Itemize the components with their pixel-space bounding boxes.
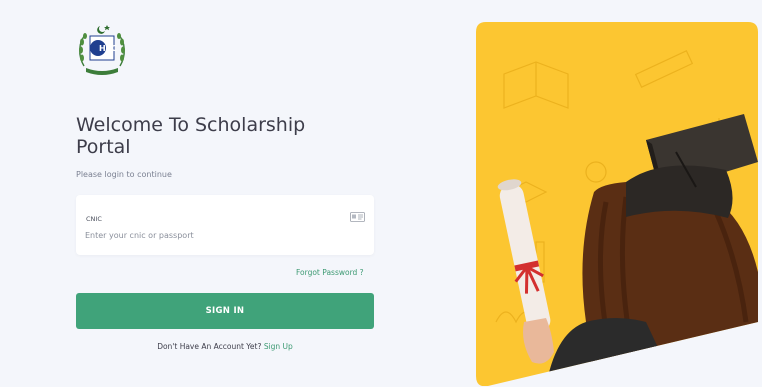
no-account-text: Don't Have An Account Yet?	[157, 342, 262, 351]
signup-prompt: Don't Have An Account Yet? Sign Up	[76, 342, 374, 351]
login-subtitle: Please login to continue	[76, 170, 172, 179]
graduate-hero-image	[476, 22, 758, 386]
page-title: Welcome To Scholarship Portal	[76, 114, 336, 158]
page-title-line1: Welcome To Scholarship	[76, 114, 306, 136]
sign-up-link[interactable]: Sign Up	[264, 342, 293, 351]
sign-in-button[interactable]: SIGN IN	[76, 293, 374, 329]
login-panel: HEC Welcome To Scholarship Portal Please…	[0, 0, 460, 387]
hec-logo-icon: HEC	[79, 25, 125, 75]
cnic-field[interactable]: CNIC	[76, 195, 374, 255]
id-card-icon	[350, 212, 365, 222]
svg-text:HEC: HEC	[99, 44, 117, 53]
cnic-input[interactable]	[85, 228, 335, 242]
page-title-line2: Portal	[76, 136, 131, 158]
cnic-label: CNIC	[86, 215, 102, 223]
forgot-password-link[interactable]: Forgot Password ?	[296, 268, 364, 277]
